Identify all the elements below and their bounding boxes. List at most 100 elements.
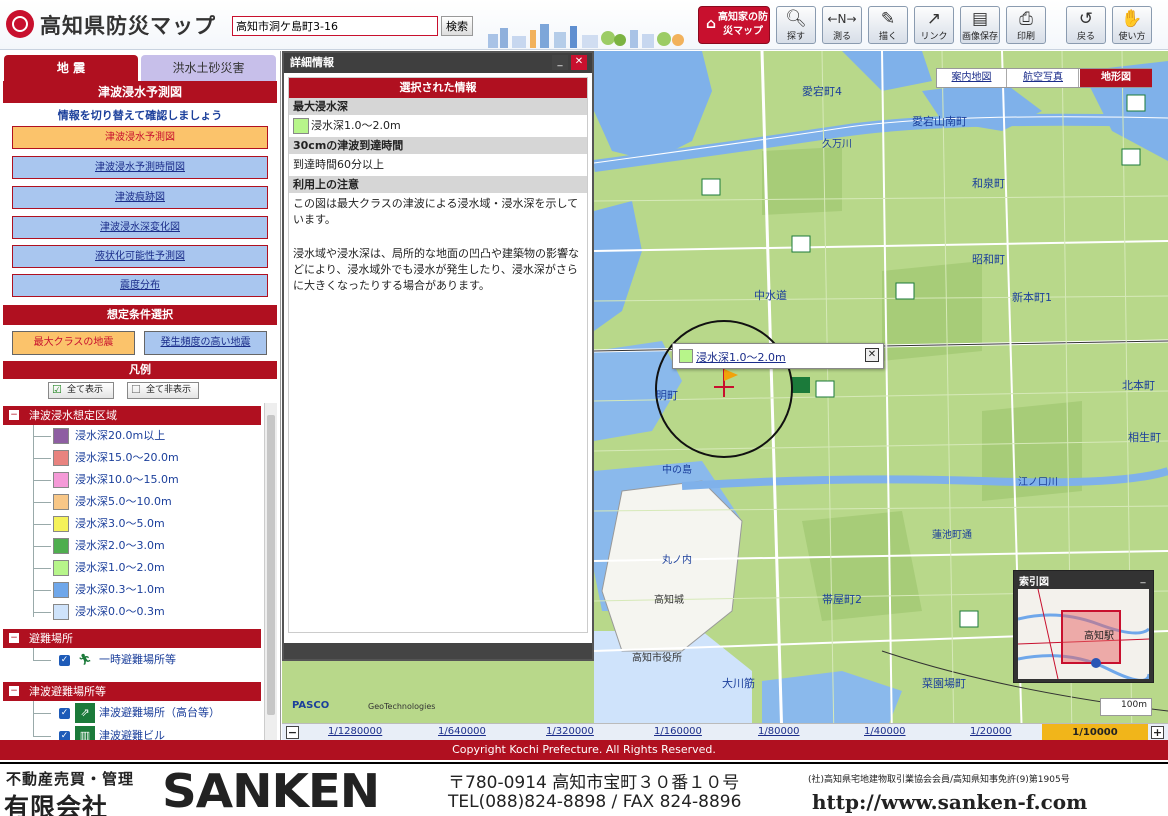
search-button[interactable]: 検索 xyxy=(441,16,473,36)
logo-icon[interactable] xyxy=(6,10,34,38)
depth-swatch xyxy=(293,118,309,134)
app-root: 高知県防災マップ 検索 ⌂ 高知家の防災マップ 🔍︎ 探す xyxy=(0,0,1168,816)
map-button-tsunami-inundation[interactable]: 津波浸水予測図 xyxy=(12,126,268,149)
tool-link[interactable]: ↗ リンク xyxy=(914,6,954,44)
tool-help[interactable]: ✋ 使い方 xyxy=(1112,6,1152,44)
scale-link[interactable]: 1/20000 xyxy=(970,726,1012,737)
company-license: (社)高知県宅地建物取引業協会会員/高知県知事免許(9)第1905号 xyxy=(808,775,1070,785)
app-title: 高知県防災マップ xyxy=(40,14,216,38)
zoom-in-button[interactable]: + xyxy=(1151,726,1164,739)
legend-tree: − 津波浸水想定区域 浸水深20.0m以上 浸水深15.0～20.0m 浸水深1… xyxy=(3,403,277,741)
tool-draw[interactable]: ✎ 描く xyxy=(868,6,908,44)
legend-item-depth-10-15: 浸水深10.0～15.0m xyxy=(53,470,179,490)
tool-save-image[interactable]: ▤ 画像保存 xyxy=(960,6,1000,44)
collapse-icon[interactable]: − xyxy=(9,633,19,643)
detail-titlebar[interactable]: 詳細情報 xyxy=(284,53,592,73)
scrollbar-thumb[interactable] xyxy=(267,415,275,715)
map-label: 大川筋 xyxy=(722,677,755,690)
collapse-icon[interactable]: − xyxy=(9,410,19,420)
map-label: 愛宕町4 xyxy=(802,85,842,98)
arrival-heading: 30cmの津波到達時間 xyxy=(289,137,587,154)
attribution-pasco: PASCO xyxy=(292,700,330,711)
scale-link[interactable]: 1/1280000 xyxy=(328,726,382,737)
hide-all-button[interactable]: ☐ 全て非表示 xyxy=(127,382,199,399)
company-corporation-type: 有限会社 xyxy=(4,793,109,816)
zoom-out-button[interactable]: − xyxy=(286,726,299,739)
legend-group-tsunami-shelter[interactable]: − 津波避難場所等 xyxy=(3,682,261,701)
scale-link[interactable]: 1/640000 xyxy=(438,726,486,737)
map-button-tsunami-time[interactable]: 津波浸水予測時間図 xyxy=(12,156,268,179)
legend-group-tsunami-area[interactable]: − 津波浸水想定区域 xyxy=(3,406,261,425)
address-search-input[interactable] xyxy=(232,16,438,36)
index-map-panel: 索引図 _ 高知駅 xyxy=(1013,570,1154,683)
map-button-liquefaction[interactable]: 液状化可能性予測図 xyxy=(12,245,268,268)
tool-back[interactable]: ↺ 戻る xyxy=(1066,6,1106,44)
collapse-icon[interactable]: − xyxy=(9,686,19,696)
legend-item-depth-2-3: 浸水深2.0～3.0m xyxy=(53,536,165,556)
tree-branch xyxy=(33,546,51,547)
minimize-button[interactable]: _ xyxy=(552,55,568,70)
map-type-terrain[interactable]: 地形図 xyxy=(1080,69,1152,87)
map-type-aerial[interactable]: 航空写真 xyxy=(1008,69,1079,87)
show-all-button[interactable]: ☑ 全て表示 xyxy=(48,382,114,399)
popup-depth-link[interactable]: 浸水深1.0～2.0m xyxy=(696,349,786,365)
max-depth-heading: 最大浸水深 xyxy=(289,98,587,115)
popup-close-icon[interactable]: ✕ xyxy=(865,348,879,362)
depth-swatch xyxy=(53,450,69,466)
depth-swatch xyxy=(53,494,69,510)
condition-max-class-button[interactable]: 最大クラスの地震 xyxy=(12,331,135,355)
legend-group-shelter[interactable]: − 避難場所 xyxy=(3,629,261,648)
legend-item-temporary-shelter: 一時避難場所等 xyxy=(99,653,176,666)
legend-item-tsunami-high-ground: 津波避難場所（高台等） xyxy=(99,706,220,719)
map-button-depth-change[interactable]: 津波浸水深変化図 xyxy=(12,216,268,239)
map-label: 相生町 xyxy=(1128,431,1161,444)
header-bar: 高知県防災マップ 検索 ⌂ 高知家の防災マップ 🔍︎ 探す xyxy=(0,0,1168,50)
home-disaster-map-button[interactable]: ⌂ 高知家の防災マップ xyxy=(698,6,770,44)
map-label: 高知城 xyxy=(654,595,684,606)
scale-link[interactable]: 1/160000 xyxy=(654,726,702,737)
map-label: 久万川 xyxy=(822,139,852,150)
scale-link[interactable]: 1/320000 xyxy=(546,726,594,737)
selected-info-heading: 選択された情報 xyxy=(289,78,587,98)
tool-search[interactable]: 🔍︎ 探す xyxy=(776,6,816,44)
company-name: SANKEN xyxy=(162,764,380,816)
legend-scrollbar[interactable] xyxy=(264,403,277,741)
legend-item-tsunami-building: 津波避難ビル xyxy=(99,729,165,741)
copyright-bar: Copyright Kochi Prefecture. All Rights R… xyxy=(0,740,1168,760)
evacuation-building-icon: ▥ xyxy=(75,726,95,741)
ruler-icon: ←N→ xyxy=(827,12,857,26)
index-map-view[interactable]: 高知駅 xyxy=(1018,589,1149,679)
map-label: 高知市役所 xyxy=(632,653,682,664)
map-label: 帯屋町2 xyxy=(822,593,862,606)
checkbox-empty-icon: ☐ xyxy=(131,383,141,396)
map-button-seismic-intensity[interactable]: 震度分布 xyxy=(12,274,268,297)
depth-swatch xyxy=(53,538,69,554)
scale-link[interactable]: 1/80000 xyxy=(758,726,800,737)
map-label: 蓮池町通 xyxy=(932,530,972,541)
map-type-guide[interactable]: 案内地図 xyxy=(937,69,1007,87)
save-icon: ▤ xyxy=(971,9,989,29)
company-url[interactable]: http://www.sanken-f.com xyxy=(812,790,1087,814)
tool-print[interactable]: ⎙ 印刷 xyxy=(1006,6,1046,44)
detail-body: 選択された情報 最大浸水深 浸水深1.0～2.0m 30cmの津波到達時間 到達… xyxy=(288,77,588,633)
tool-measure[interactable]: ←N→ 測る xyxy=(822,6,862,44)
scale-link[interactable]: 1/40000 xyxy=(864,726,906,737)
close-button[interactable]: ✕ xyxy=(571,55,587,70)
tree-branch xyxy=(33,612,51,613)
tab-flood-landslide[interactable]: 洪水土砂災害 xyxy=(141,55,276,81)
condition-frequent-button[interactable]: 発生頻度の高い地震 xyxy=(144,331,267,355)
map-button-tsunami-trace[interactable]: 津波痕跡図 xyxy=(12,186,268,209)
scale-strip: − 1/1280000 1/640000 1/320000 1/160000 1… xyxy=(282,723,1168,741)
minimize-icon[interactable]: _ xyxy=(1136,574,1150,586)
legend-item-depth-0-03: 浸水深0.0～0.3m xyxy=(53,602,165,622)
depth-swatch xyxy=(53,560,69,576)
tsunami-high-ground-checkbox[interactable]: ✓ xyxy=(59,708,70,719)
map-label: 中水道 xyxy=(754,289,787,302)
tab-earthquake[interactable]: 地 震 xyxy=(4,55,138,81)
city-skyline-decoration xyxy=(488,24,684,48)
attribution-geotechnologies: GeoTechnologies xyxy=(368,702,436,711)
shelter-checkbox[interactable]: ✓ xyxy=(59,655,70,666)
map-label: 江ノ口川 xyxy=(1018,477,1058,488)
arrival-value: 到達時間60分以上 xyxy=(293,158,384,171)
map-popup: 浸水深1.0～2.0m ✕ xyxy=(672,343,884,369)
